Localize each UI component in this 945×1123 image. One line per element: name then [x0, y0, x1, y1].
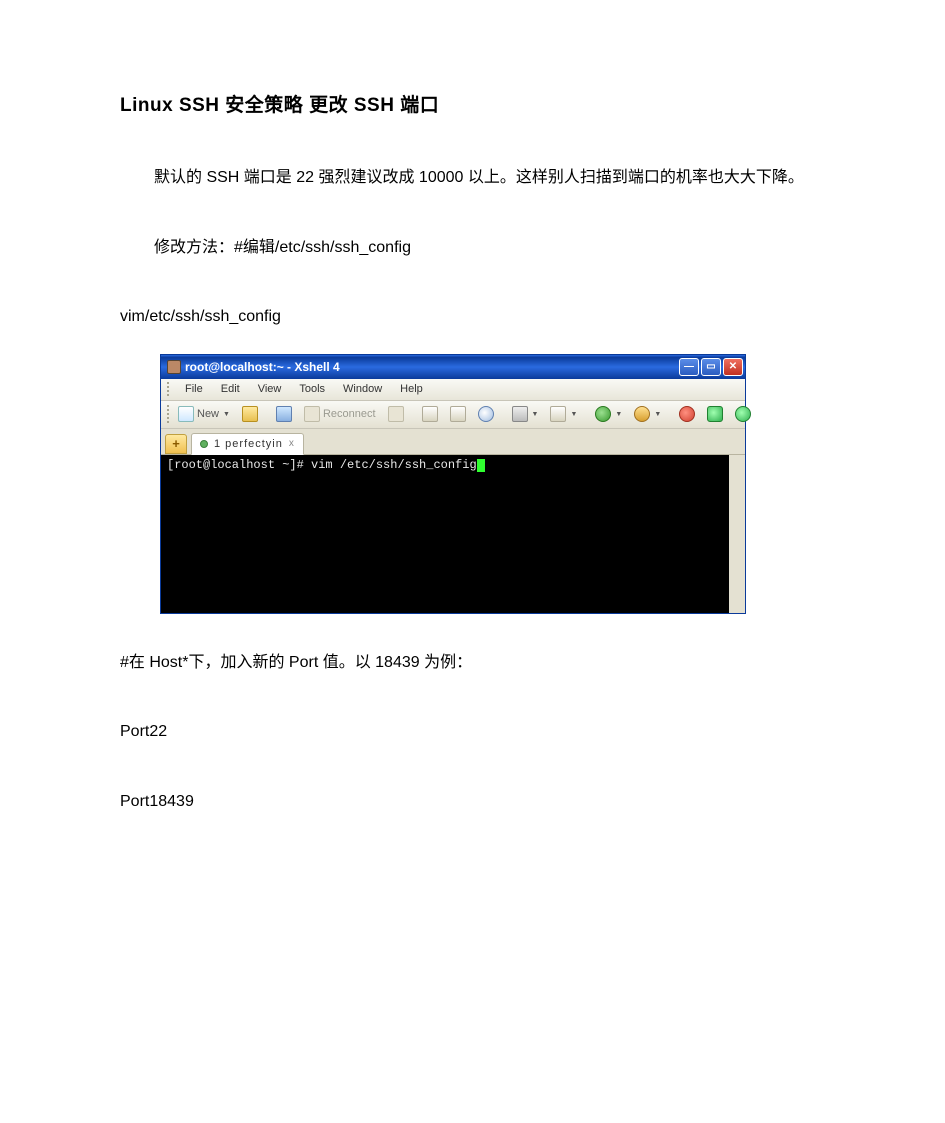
tool-red-button[interactable] — [674, 403, 700, 425]
paragraph-method: 修改方法：#编辑/etc/ssh/ssh_config — [120, 227, 825, 269]
copy-icon — [422, 406, 438, 422]
command-vim: vim/etc/ssh/ssh_config — [120, 296, 825, 338]
menu-window[interactable]: Window — [335, 381, 390, 397]
reconnect-label: Reconnect — [323, 408, 376, 420]
copy-button[interactable] — [417, 403, 443, 425]
search-icon — [478, 406, 494, 422]
green-dot-icon — [735, 406, 751, 422]
document-page: Linux SSH 安全策略 更改 SSH 端口 默认的 SSH 端口是 22 … — [0, 0, 945, 879]
menubar-handle — [167, 382, 171, 396]
terminal-command: vim /etc/ssh/ssh_config — [311, 458, 477, 472]
menubar: File Edit View Tools Window Help — [161, 379, 745, 401]
paragraph-hostnote: #在 Host*下，加入新的 Port 值。以 18439 为例： — [120, 642, 825, 684]
xshell-window: root@localhost:~ - Xshell 4 — ▭ ✕ File E… — [160, 354, 746, 614]
chevron-down-icon: ▼ — [532, 411, 539, 418]
red-dot-icon — [679, 406, 695, 422]
palette-icon — [550, 406, 566, 422]
minimize-button[interactable]: — — [679, 358, 699, 376]
chevron-down-icon: ▼ — [570, 411, 577, 418]
connect-button[interactable] — [271, 403, 297, 425]
web-button[interactable]: ▼ — [590, 403, 627, 425]
titlebar: root@localhost:~ - Xshell 4 — ▭ ✕ — [161, 355, 745, 379]
tab-close-icon[interactable]: x — [289, 438, 295, 449]
print-button[interactable]: ▼ — [507, 403, 544, 425]
tool-green1-button[interactable] — [702, 403, 728, 425]
toolbar-handle — [167, 405, 169, 423]
paste-button[interactable] — [445, 403, 471, 425]
menu-edit[interactable]: Edit — [213, 381, 248, 397]
session-tab[interactable]: 1 perfectyin x — [191, 433, 304, 455]
gear-icon — [634, 406, 650, 422]
green-square-icon — [707, 406, 723, 422]
link-icon — [276, 406, 292, 422]
tab-label: 1 perfectyin — [214, 438, 283, 450]
find-button[interactable] — [473, 403, 499, 425]
status-dot-icon — [200, 440, 208, 448]
add-tab-button[interactable]: + — [165, 434, 187, 454]
new-label: New — [197, 408, 219, 420]
page-title: Linux SSH 安全策略 更改 SSH 端口 — [120, 90, 825, 117]
cursor — [477, 459, 485, 472]
tab-bar: + 1 perfectyin x — [161, 429, 745, 455]
app-icon — [167, 360, 181, 374]
maximize-button[interactable]: ▭ — [701, 358, 721, 376]
menu-tools[interactable]: Tools — [291, 381, 333, 397]
toolbar: New ▼ Reconnect ▼ ▼ ▼ ▼ — [161, 401, 745, 429]
print-icon — [512, 406, 528, 422]
disconnect-icon — [388, 406, 404, 422]
chevron-down-icon: ▼ — [223, 411, 230, 418]
close-button[interactable]: ✕ — [723, 358, 743, 376]
menu-file[interactable]: File — [177, 381, 211, 397]
config-port22: Port22 — [120, 711, 825, 753]
terminal-prompt: [root@localhost ~]# — [167, 458, 311, 472]
titlebar-text: root@localhost:~ - Xshell 4 — [185, 360, 340, 374]
disconnect-button[interactable] — [383, 403, 409, 425]
menu-view[interactable]: View — [250, 381, 290, 397]
window-buttons: — ▭ ✕ — [679, 358, 743, 376]
config-port18439: Port18439 — [120, 781, 825, 823]
scrollbar-thumb[interactable] — [729, 455, 745, 475]
new-icon — [178, 406, 194, 422]
terminal[interactable]: [root@localhost ~]# vim /etc/ssh/ssh_con… — [161, 455, 745, 613]
paste-icon — [450, 406, 466, 422]
color-button[interactable]: ▼ — [545, 403, 582, 425]
reconnect-icon — [304, 406, 320, 422]
chevron-down-icon: ▼ — [615, 411, 622, 418]
open-button[interactable] — [237, 403, 263, 425]
paragraph-intro: 默认的 SSH 端口是 22 强烈建议改成 10000 以上。这样别人扫描到端口… — [120, 157, 825, 199]
chevron-down-icon: ▼ — [654, 411, 661, 418]
options-button[interactable]: ▼ — [629, 403, 666, 425]
new-button[interactable]: New ▼ — [173, 403, 235, 425]
menu-help[interactable]: Help — [392, 381, 431, 397]
tool-green2-button[interactable] — [730, 403, 756, 425]
reconnect-button[interactable]: Reconnect — [299, 403, 381, 425]
globe-icon — [595, 406, 611, 422]
folder-icon — [242, 406, 258, 422]
